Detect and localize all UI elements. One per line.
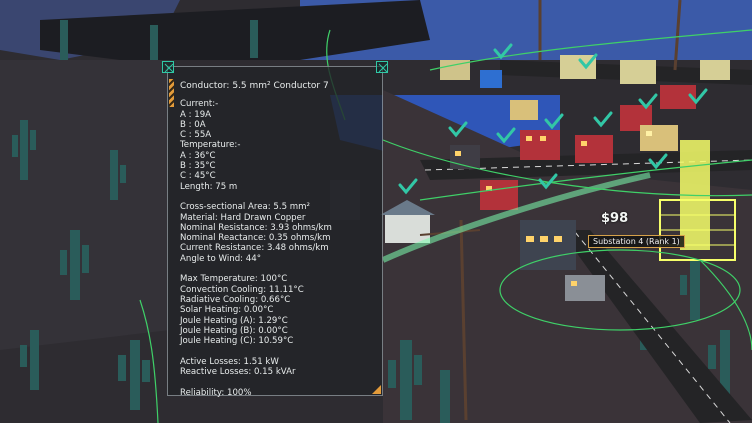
- hazard-stripe: [169, 79, 174, 107]
- stat-line: Radiative Cooling: 0.66°C: [180, 295, 376, 305]
- stat-line: Length: 75 m: [180, 182, 376, 192]
- line-spacer: [180, 192, 376, 202]
- stat-line: C : 45°C: [180, 171, 376, 181]
- stat-line: A : 36°C: [180, 151, 376, 161]
- stat-line: Reactive Losses: 0.15 kVAr: [180, 367, 376, 377]
- stat-line: Angle to Wind: 44°: [180, 254, 376, 264]
- stat-line: Joule Heating (B): 0.00°C: [180, 326, 376, 336]
- stat-line: Nominal Reactance: 0.35 ohms/km: [180, 233, 376, 243]
- stat-line: Solar Heating: 0.00°C: [180, 305, 376, 315]
- stat-line: Joule Heating (C): 10.59°C: [180, 336, 376, 346]
- line-spacer: [180, 346, 376, 356]
- stat-line: Current Resistance: 3.48 ohms/km: [180, 243, 376, 253]
- stat-line: B : 0A: [180, 120, 376, 130]
- stat-line: Current:-: [180, 99, 376, 109]
- stat-line: Max Temperature: 100°C: [180, 274, 376, 284]
- stat-line: Temperature:-: [180, 140, 376, 150]
- line-spacer: [180, 264, 376, 274]
- money-popup: $98: [601, 211, 628, 226]
- stat-line: Nominal Resistance: 3.93 ohms/km: [180, 223, 376, 233]
- stat-line: A : 19A: [180, 110, 376, 120]
- stat-line: Reliability: 100%: [180, 388, 376, 398]
- stat-line: B : 35°C: [180, 161, 376, 171]
- stat-line: Convection Cooling: 11.11°C: [180, 285, 376, 295]
- stat-line: C : 55A: [180, 130, 376, 140]
- stat-line: Active Losses: 1.51 kW: [180, 357, 376, 367]
- drag-handle-icon[interactable]: [162, 61, 174, 73]
- stat-line: Material: Hard Drawn Copper: [180, 213, 376, 223]
- conductor-info-panel: Conductor: 5.5 mm² Conductor 7 Current:-…: [167, 66, 383, 396]
- line-spacer: [180, 377, 376, 387]
- stat-line: Cross-sectional Area: 5.5 mm²: [180, 202, 376, 212]
- panel-title: Conductor: 5.5 mm² Conductor 7: [180, 81, 376, 91]
- substation-label[interactable]: Substation 4 (Rank 1): [588, 235, 685, 248]
- desert-ground-left: [0, 60, 170, 350]
- panel-stats: Current:-A : 19AB : 0AC : 55ATemperature…: [180, 99, 376, 398]
- stat-line: Joule Heating (A): 1.29°C: [180, 316, 376, 326]
- close-icon[interactable]: [376, 61, 388, 73]
